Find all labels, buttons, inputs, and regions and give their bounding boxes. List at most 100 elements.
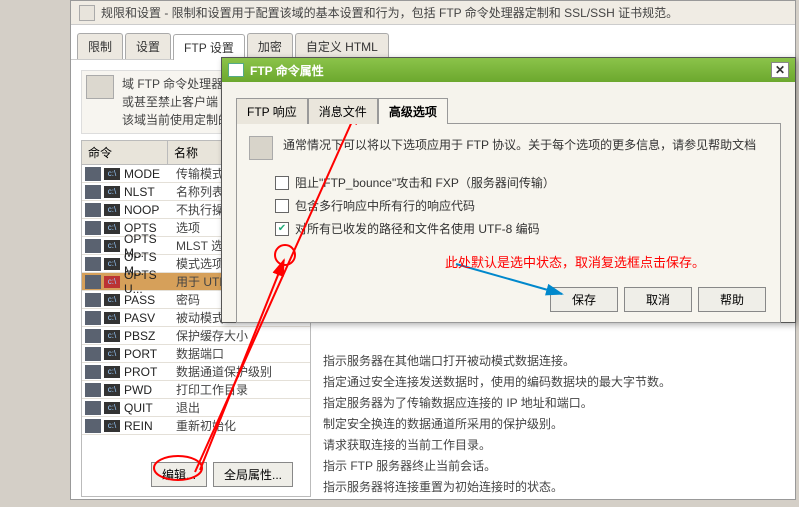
panel-header: 规限和设置 - 限制和设置用于配置该域的基本设置和行为，包括 FTP 命令处理器… (71, 1, 795, 25)
cmd-icon: c:\ (104, 168, 120, 180)
tab-custom-html[interactable]: 自定义 HTML (295, 33, 389, 59)
cell-name: 数据端口 (176, 345, 310, 362)
description-row: 指定通过安全连接发送数据时，使用的编码数据块的最大字节数。 (323, 371, 785, 392)
section-line2: 或甚至禁止客户端 (122, 95, 218, 109)
cancel-button[interactable]: 取消 (624, 287, 692, 312)
bottom-buttons: 编辑... 全局属性... (151, 462, 293, 487)
description-row: 指示服务器将连接重置为初始连接时的状态。 (323, 476, 785, 497)
info-row: 通常情况下可以将以下选项应用于 FTP 协议。关于每个选项的更多信息，请参见帮助… (249, 136, 768, 160)
cell-name: 退出 (176, 399, 310, 416)
cmd-icon: c:\ (104, 204, 120, 216)
mtab-ftp-response[interactable]: FTP 响应 (236, 98, 308, 124)
cmd-icon: c:\ (104, 186, 120, 198)
cell-cmd: OPTS U... (124, 268, 176, 296)
description-row: 制定安全换连的数据通道所采用的保护级别。 (323, 413, 785, 434)
modal-title-text: FTP 命令属性 (250, 62, 324, 79)
modal-button-row: 保存 取消 帮助 (550, 287, 766, 312)
cell-cmd: PROT (124, 365, 176, 379)
tab-encryption[interactable]: 加密 (247, 33, 293, 59)
cmd-icon: c:\ (104, 222, 120, 234)
help-button[interactable]: 帮助 (698, 287, 766, 312)
cmd-icon: c:\ (104, 294, 120, 306)
checkbox-label: 对所有已收发的路径和文件名使用 UTF-8 编码 (295, 220, 540, 237)
cell-cmd: NOOP (124, 203, 176, 217)
cmd-icon: c:\ (104, 402, 120, 414)
row-icon (85, 203, 101, 217)
row-icon (85, 329, 101, 343)
cmd-icon: c:\ (104, 366, 120, 378)
tab-settings[interactable]: 设置 (125, 33, 171, 59)
table-row[interactable]: c:\ PBSZ保护缓存大小 (82, 327, 310, 345)
checkbox-label: 包含多行响应中所有行的响应代码 (295, 197, 475, 214)
table-row[interactable]: c:\ PROT数据通道保护级别 (82, 363, 310, 381)
checkbox-label: 阻止"FTP_bounce"攻击和 FXP（服务器间传输） (295, 174, 555, 191)
row-icon (85, 383, 101, 397)
section-icon (86, 75, 114, 99)
row-icon (85, 275, 101, 289)
table-row[interactable]: c:\ REIN重新初始化 (82, 417, 310, 435)
checkbox-row: ✔ 对所有已收发的路径和文件名使用 UTF-8 编码 (275, 220, 768, 237)
cell-name: 打印工作目录 (176, 381, 310, 398)
table-row[interactable]: c:\QUIT退出 (82, 399, 310, 417)
tab-limits[interactable]: 限制 (77, 33, 123, 59)
description-row: 指示服务器在其他端口打开被动模式数据连接。 (323, 350, 785, 371)
row-icon (85, 239, 101, 253)
cmd-icon: c:\ (104, 420, 120, 432)
cmd-icon: c:\ (104, 240, 120, 252)
cmd-icon: c:\ (104, 312, 120, 324)
row-icon (85, 365, 101, 379)
window-icon (228, 63, 244, 77)
modal-titlebar[interactable]: FTP 命令属性 ✕ (222, 58, 795, 82)
section-line1: 域 FTP 命令处理器 (122, 77, 223, 91)
global-props-button[interactable]: 全局属性... (213, 462, 293, 487)
cell-cmd: REIN (124, 419, 176, 433)
cmd-icon: c:\ (104, 330, 120, 342)
row-icon (85, 347, 101, 361)
close-icon[interactable]: ✕ (771, 62, 789, 78)
cell-name: 数据通道保护级别 (176, 363, 310, 380)
cmd-icon: c:\ (104, 276, 120, 288)
main-tabs: 限制 设置 FTP 设置 加密 自定义 HTML (71, 25, 795, 60)
cell-name: 重新初始化 (176, 417, 310, 434)
ftp-cmd-props-dialog: FTP 命令属性 ✕ FTP 响应 消息文件 高级选项 通常情况下可以将以下选项… (221, 57, 796, 323)
modal-pane: 通常情况下可以将以下选项应用于 FTP 协议。关于每个选项的更多信息，请参见帮助… (236, 123, 781, 323)
description-row: 指示 FTP 服务器终止当前会话。 (323, 455, 785, 476)
cell-cmd: PASS (124, 293, 176, 307)
description-row: 指定服务器为了传输数据应连接的 IP 地址和端口。 (323, 392, 785, 413)
save-button[interactable]: 保存 (550, 287, 618, 312)
table-row[interactable]: c:\ PORT数据端口 (82, 345, 310, 363)
cell-name: 保护缓存大小 (176, 327, 310, 344)
edit-button[interactable]: 编辑... (151, 462, 207, 487)
row-icon (85, 293, 101, 307)
cmd-icon: c:\ (104, 384, 120, 396)
row-icon (85, 311, 101, 325)
row-icon (85, 401, 101, 415)
row-icon (85, 419, 101, 433)
checkbox-row: 包含多行响应中所有行的响应代码 (275, 197, 768, 214)
checkbox[interactable] (275, 199, 289, 213)
table-row[interactable]: c:\ PWD打印工作目录 (82, 381, 310, 399)
checkbox-row: 阻止"FTP_bounce"攻击和 FXP（服务器间传输） (275, 174, 768, 191)
row-icon (85, 185, 101, 199)
cmd-icon: c:\ (104, 348, 120, 360)
description-row: 请求获取连接的当前工作目录。 (323, 434, 785, 455)
cell-cmd: PASV (124, 311, 176, 325)
cmd-icon: c:\ (104, 258, 120, 270)
header-icon (79, 5, 95, 21)
row-icon (85, 257, 101, 271)
checkbox[interactable]: ✔ (275, 222, 289, 236)
row-icon (85, 221, 101, 235)
mtab-advanced[interactable]: 高级选项 (378, 98, 448, 124)
mtab-msg-file[interactable]: 消息文件 (308, 98, 378, 124)
row-icon (85, 167, 101, 181)
info-icon (249, 136, 273, 160)
cell-cmd: NLST (124, 185, 176, 199)
info-text: 通常情况下可以将以下选项应用于 FTP 协议。关于每个选项的更多信息，请参见帮助… (283, 136, 756, 154)
cell-cmd: PWD (124, 383, 176, 397)
cell-cmd: PORT (124, 347, 176, 361)
checkbox[interactable] (275, 176, 289, 190)
cell-cmd: PBSZ (124, 329, 176, 343)
modal-tabs: FTP 响应 消息文件 高级选项 (236, 98, 781, 124)
header-title: 规限和设置 - 限制和设置用于配置该域的基本设置和行为，包括 FTP 命令处理器… (101, 4, 678, 21)
th-cmd[interactable]: 命令 (82, 141, 168, 164)
